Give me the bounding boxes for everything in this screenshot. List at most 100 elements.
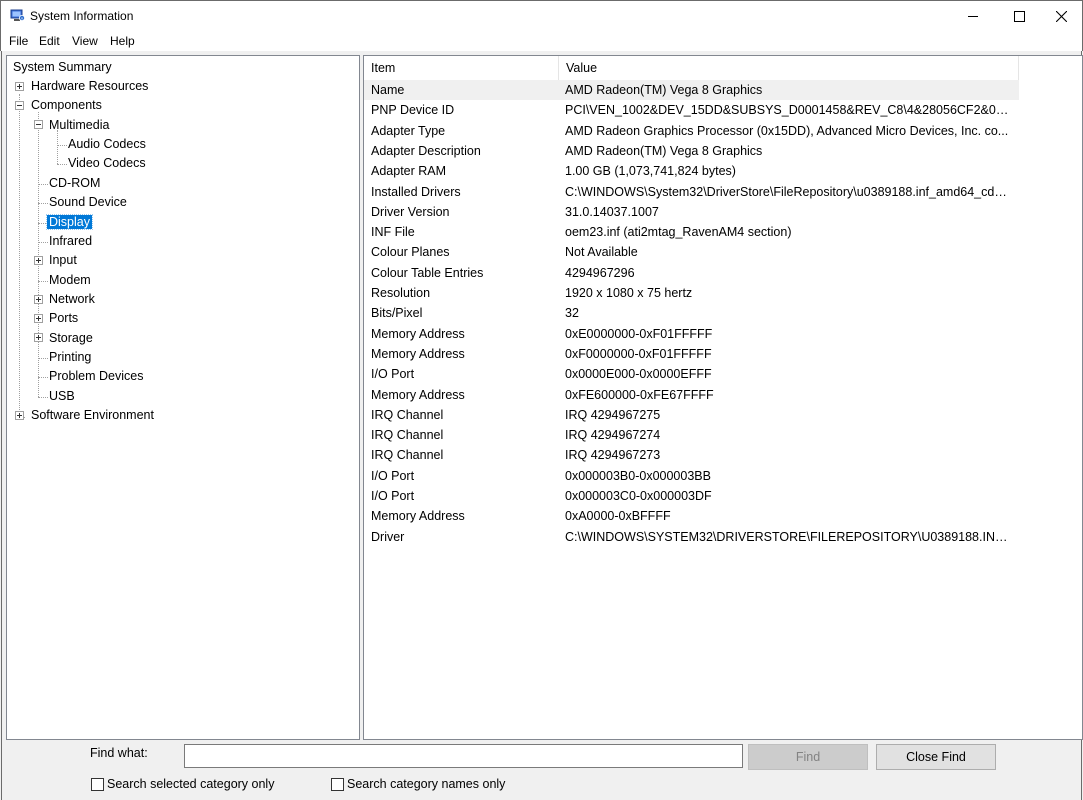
table-row[interactable]: I/O Port 0x000003C0-0x000003DF bbox=[364, 486, 1019, 506]
row-item: Installed Drivers bbox=[371, 184, 461, 199]
menu-edit[interactable]: Edit bbox=[39, 34, 60, 48]
tree-connector bbox=[19, 106, 20, 416]
table-row[interactable]: Memory Address 0xE0000000-0xF01FFFFF bbox=[364, 324, 1019, 344]
tree-item-network[interactable]: Network bbox=[47, 290, 97, 309]
row-item: Driver Version bbox=[371, 204, 450, 219]
expand-hardware-resources-icon[interactable] bbox=[15, 82, 24, 91]
window-title: System Information bbox=[30, 9, 134, 23]
table-row[interactable]: I/O Port 0x0000E000-0x0000EFFF bbox=[364, 364, 1019, 384]
checkbox-unchecked-icon bbox=[331, 777, 344, 791]
tree-item-components[interactable]: Components bbox=[29, 96, 104, 115]
expand-network-icon[interactable] bbox=[34, 295, 43, 304]
tree-item-multimedia[interactable]: Multimedia bbox=[47, 116, 111, 135]
tree-item-label: Components bbox=[31, 98, 102, 112]
find-what-label: Find what: bbox=[90, 746, 148, 760]
row-item: Adapter Type bbox=[371, 123, 446, 138]
table-row[interactable]: Memory Address 0xA0000-0xBFFFF bbox=[364, 506, 1019, 526]
row-item: I/O Port bbox=[371, 489, 415, 503]
details-list[interactable]: Item Value Name AMD Radeon(TM) Vega 8 Gra… bbox=[363, 55, 1083, 740]
tree-item-label: Sound Device bbox=[49, 195, 127, 209]
tree-item-printing[interactable]: Printing bbox=[47, 348, 93, 367]
table-row[interactable]: Driver C:\WINDOWS\SYSTEM32\DRIVERSTORE\FI… bbox=[364, 527, 1019, 547]
table-row[interactable]: Adapter RAM 1.00 GB (1,073,741,824 bytes) bbox=[364, 161, 1019, 181]
expand-software-environment-icon[interactable] bbox=[15, 411, 24, 420]
tree-item-label: Multimedia bbox=[49, 118, 110, 132]
table-row[interactable]: IRQ Channel IRQ 4294967275 bbox=[364, 405, 1019, 425]
row-item: INF File bbox=[371, 225, 415, 240]
minimize-button[interactable] bbox=[950, 1, 996, 31]
row-value: IRQ 4294967273 bbox=[565, 448, 661, 463]
table-row[interactable]: Memory Address 0xFE600000-0xFE67FFFF bbox=[364, 385, 1019, 405]
row-value: C:\WINDOWS\System32\DriverStore\FileRepo… bbox=[565, 184, 1013, 199]
table-row[interactable]: Installed Drivers C:\WINDOWS\System32\Dri… bbox=[364, 182, 1019, 202]
tree-item-cd-rom[interactable]: CD-ROM bbox=[47, 174, 102, 193]
menu-file[interactable]: File bbox=[9, 34, 28, 48]
table-row[interactable]: Colour Planes Not Available bbox=[364, 242, 1019, 262]
checkbox-label: Search selected category only bbox=[107, 777, 275, 791]
maximize-icon bbox=[1013, 10, 1025, 22]
tree-item-label: Problem Devices bbox=[49, 369, 144, 383]
tree-item-sound-device[interactable]: Sound Device bbox=[47, 193, 129, 212]
tree-item-storage[interactable]: Storage bbox=[47, 329, 95, 348]
table-row[interactable]: Adapter Description AMD Radeon(TM) Vega 8… bbox=[364, 141, 1019, 161]
tree-item-audio-codecs[interactable]: Audio Codecs bbox=[66, 135, 148, 154]
row-item: Name bbox=[371, 83, 405, 97]
tree-item-label: Modem bbox=[49, 273, 91, 287]
tree-item-label: Hardware Resources bbox=[31, 79, 149, 93]
tree-item-hardware-resources[interactable]: Hardware Resources bbox=[29, 77, 150, 96]
column-header-value[interactable]: Value bbox=[559, 56, 1019, 80]
client-area: System Summary Hardware Resources Compon… bbox=[1, 51, 1083, 800]
row-item: Driver bbox=[371, 529, 405, 544]
search-category-names-checkbox[interactable]: Search category names only bbox=[331, 777, 505, 791]
search-selected-category-checkbox[interactable]: Search selected category only bbox=[91, 777, 274, 791]
category-tree[interactable]: System Summary Hardware Resources Compon… bbox=[6, 55, 360, 740]
close-icon bbox=[1055, 10, 1067, 22]
table-row[interactable]: Memory Address 0xF0000000-0xF01FFFFF bbox=[364, 344, 1019, 364]
title-bar[interactable]: System Information bbox=[0, 0, 1083, 31]
row-value: PCI\VEN_1002&DEV_15DD&SUBSYS_D0001458&RE… bbox=[565, 103, 1013, 118]
tree-item-modem[interactable]: Modem bbox=[47, 271, 93, 290]
row-value: AMD Radeon(TM) Vega 8 Graphics bbox=[565, 83, 763, 97]
find-bar: Find what: Find Close Find Search select… bbox=[2, 740, 1083, 800]
checkbox-unchecked-icon bbox=[91, 777, 104, 791]
table-row[interactable]: Resolution 1920 x 1080 x 75 hertz bbox=[364, 283, 1019, 303]
tree-item-usb[interactable]: USB bbox=[47, 387, 77, 406]
expand-ports-icon[interactable] bbox=[34, 314, 43, 323]
find-button[interactable]: Find bbox=[748, 744, 868, 770]
row-item: Colour Planes bbox=[371, 245, 450, 260]
table-row[interactable]: Name AMD Radeon(TM) Vega 8 Graphics bbox=[364, 80, 1019, 100]
table-row[interactable]: Bits/Pixel 32 bbox=[364, 303, 1019, 323]
close-button[interactable] bbox=[1038, 1, 1083, 31]
maximize-button[interactable] bbox=[996, 1, 1042, 31]
table-row[interactable]: Colour Table Entries 4294967296 bbox=[364, 263, 1019, 283]
tree-item-infrared[interactable]: Infrared bbox=[47, 232, 94, 251]
tree-item-problem-devices[interactable]: Problem Devices bbox=[47, 367, 145, 386]
table-row[interactable]: IRQ Channel IRQ 4294967273 bbox=[364, 445, 1019, 465]
expand-input-icon[interactable] bbox=[34, 256, 43, 265]
collapse-components-icon[interactable] bbox=[15, 101, 24, 110]
column-header-item[interactable]: Item bbox=[364, 56, 559, 80]
menu-help[interactable]: Help bbox=[110, 34, 135, 48]
table-row[interactable]: Driver Version 31.0.14037.1007 bbox=[364, 202, 1019, 222]
close-find-button[interactable]: Close Find bbox=[876, 744, 996, 770]
table-row[interactable]: IRQ Channel IRQ 4294967274 bbox=[364, 425, 1019, 445]
table-row[interactable]: PNP Device ID PCI\VEN_1002&DEV_15DD&SUBSY… bbox=[364, 100, 1019, 120]
tree-item-ports[interactable]: Ports bbox=[47, 309, 80, 328]
tree-item-software-environment[interactable]: Software Environment bbox=[29, 406, 156, 425]
tree-item-video-codecs[interactable]: Video Codecs bbox=[66, 154, 148, 173]
collapse-multimedia-icon[interactable] bbox=[34, 120, 43, 129]
table-row[interactable]: I/O Port 0x000003B0-0x000003BB bbox=[364, 466, 1019, 486]
expand-storage-icon[interactable] bbox=[34, 333, 43, 342]
tree-item-system-summary[interactable]: System Summary bbox=[11, 58, 114, 77]
tree-item-display[interactable]: Display bbox=[46, 213, 93, 232]
row-value: 1.00 GB (1,073,741,824 bytes) bbox=[565, 164, 736, 179]
find-what-input[interactable] bbox=[184, 744, 743, 768]
row-value: 0xE0000000-0xF01FFFFF bbox=[565, 326, 713, 341]
row-item: Memory Address bbox=[371, 326, 465, 341]
row-item: Memory Address bbox=[371, 387, 465, 402]
tree-item-input[interactable]: Input bbox=[47, 251, 79, 270]
table-row[interactable]: Adapter Type AMD Radeon Graphics Processo… bbox=[364, 121, 1019, 141]
table-row[interactable]: INF File oem23.inf (ati2mtag_RavenAM4 sec… bbox=[364, 222, 1019, 242]
menu-view[interactable]: View bbox=[72, 34, 98, 48]
row-value: oem23.inf (ati2mtag_RavenAM4 section) bbox=[565, 225, 792, 240]
